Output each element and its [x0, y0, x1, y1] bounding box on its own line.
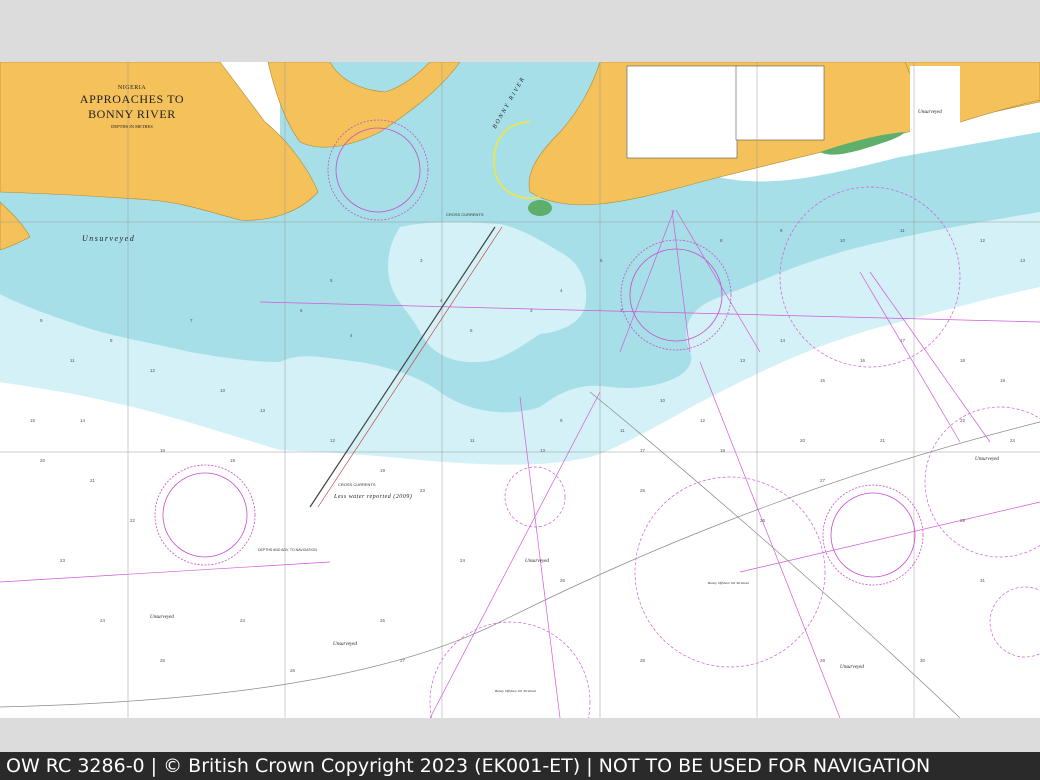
svg-text:17: 17: [900, 338, 906, 343]
svg-text:10: 10: [840, 238, 846, 243]
chart-title-line1: APPROACHES TO: [79, 92, 185, 106]
nautical-chart[interactable]: 9 11 8 12 7 10 13 6 5 4 9 11 10 12 13 14 15 16 17 18 1…: [0, 62, 1040, 718]
svg-text:13: 13: [540, 448, 546, 453]
svg-text:19: 19: [1000, 378, 1006, 383]
label-bonny-offshore-terminal-south: Bonny Offshore Oil Terminal: [495, 689, 536, 693]
viewer-top-bar: [0, 0, 1040, 62]
tidal-table: [735, 65, 825, 141]
svg-text:26: 26: [760, 518, 766, 523]
svg-text:12: 12: [980, 238, 986, 243]
label-unsurveyed-se: Unsurveyed: [840, 665, 864, 670]
svg-text:22: 22: [960, 418, 966, 423]
svg-text:15: 15: [820, 378, 826, 383]
svg-text:16: 16: [160, 448, 166, 453]
svg-text:24: 24: [460, 558, 466, 563]
svg-text:20: 20: [800, 438, 806, 443]
svg-text:22: 22: [130, 518, 136, 523]
label-bonny-offshore-terminal: Bonny Offshore Oil Terminal: [708, 581, 749, 585]
svg-text:14: 14: [780, 338, 786, 343]
svg-text:26: 26: [290, 668, 296, 673]
svg-text:25: 25: [640, 488, 646, 493]
svg-text:30: 30: [920, 658, 926, 663]
svg-text:10: 10: [220, 388, 226, 393]
svg-text:25: 25: [160, 658, 166, 663]
svg-text:13: 13: [260, 408, 266, 413]
chart-country: NIGERIA: [117, 85, 147, 91]
svg-text:24: 24: [1010, 438, 1016, 443]
inset-panel: [626, 65, 738, 159]
svg-text:23: 23: [420, 488, 426, 493]
svg-text:12: 12: [700, 418, 706, 423]
label-less-water: Less water reported (2009): [334, 494, 413, 500]
svg-text:27: 27: [820, 478, 826, 483]
label-cross-currents-north: CROSS CURRENTS: [446, 212, 484, 217]
svg-text:13: 13: [1020, 258, 1026, 263]
svg-text:19: 19: [380, 468, 386, 473]
label-unsurveyed-west: Unsurveyed: [82, 234, 136, 243]
white-patch: [910, 66, 960, 136]
svg-text:15: 15: [30, 418, 36, 423]
label-cross-currents-south: CROSS CURRENTS: [338, 482, 376, 487]
chart-title-line2: BONNY RIVER: [88, 107, 176, 121]
svg-text:11: 11: [470, 438, 475, 443]
svg-text:21: 21: [880, 438, 886, 443]
svg-text:28: 28: [640, 658, 646, 663]
label-unsurveyed-east: Unsurveyed: [975, 457, 999, 462]
svg-text:14: 14: [80, 418, 86, 423]
svg-text:21: 21: [90, 478, 96, 483]
chart-depth-units: DEPTHS IN METRES: [111, 124, 153, 129]
label-unsurveyed-ne: Unsurveyed: [918, 110, 942, 115]
svg-text:10: 10: [660, 398, 666, 403]
label-unsurveyed-south: Unsurveyed: [333, 642, 357, 647]
svg-text:20: 20: [40, 458, 46, 463]
chart-title-block: NIGERIA APPROACHES TO BONNY RIVER DEPTHS…: [62, 85, 202, 129]
svg-text:27: 27: [400, 658, 406, 663]
svg-text:17: 17: [640, 448, 646, 453]
label-unsurveyed-center: Unsurveyed: [525, 559, 549, 564]
svg-text:11: 11: [900, 228, 905, 233]
svg-text:11: 11: [620, 428, 625, 433]
svg-text:25: 25: [380, 618, 386, 623]
svg-text:26: 26: [560, 578, 566, 583]
svg-text:23: 23: [60, 558, 66, 563]
label-depth-adv: DEPTHS AND ADV. TO NAVIGATION: [258, 548, 317, 552]
svg-text:24: 24: [100, 618, 106, 623]
copyright-footer: OW RC 3286-0 | © British Crown Copyright…: [0, 752, 1040, 780]
svg-text:24: 24: [240, 618, 246, 623]
svg-text:13: 13: [740, 358, 746, 363]
svg-text:16: 16: [860, 358, 866, 363]
viewer-gap: [0, 718, 1040, 752]
svg-text:11: 11: [70, 358, 75, 363]
svg-text:31: 31: [980, 578, 986, 583]
svg-text:18: 18: [230, 458, 236, 463]
svg-text:29: 29: [960, 518, 966, 523]
svg-text:12: 12: [150, 368, 156, 373]
label-unsurveyed-sw: Unsurveyed: [150, 615, 174, 620]
svg-text:12: 12: [330, 438, 336, 443]
svg-text:18: 18: [720, 448, 726, 453]
svg-text:18: 18: [960, 358, 966, 363]
svg-text:29: 29: [820, 658, 826, 663]
